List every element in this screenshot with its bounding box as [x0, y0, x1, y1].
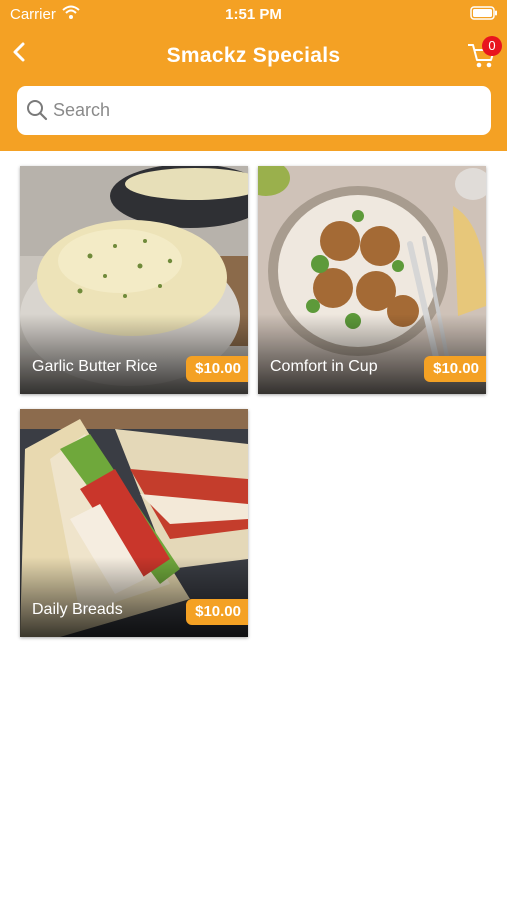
- card-shade: [258, 314, 486, 394]
- product-name: Daily Breads: [32, 601, 123, 618]
- product-price: $10.00: [186, 356, 248, 382]
- page-title: Smackz Specials: [166, 44, 341, 67]
- app-header: Carrier 1:51 PM Smackz Specials 0: [0, 0, 507, 151]
- product-name: Garlic Butter Rice: [32, 358, 158, 375]
- product-card-comfort-in-cup[interactable]: Comfort in Cup $10.00: [258, 166, 486, 394]
- product-price: $10.00: [424, 356, 486, 382]
- card-shade: [20, 314, 248, 394]
- card-shade: [20, 557, 248, 637]
- product-price: $10.00: [186, 599, 248, 625]
- nav-bar: Smackz Specials 0: [0, 34, 507, 78]
- status-bar: Carrier 1:51 PM: [0, 0, 507, 28]
- product-name: Comfort in Cup: [270, 358, 378, 375]
- product-card-daily-breads[interactable]: Daily Breads $10.00: [20, 409, 248, 637]
- status-time: 1:51 PM: [225, 6, 282, 23]
- search-input[interactable]: [53, 94, 473, 127]
- search-icon: [27, 100, 48, 121]
- search-bar[interactable]: [17, 86, 491, 135]
- product-card-garlic-butter-rice[interactable]: Garlic Butter Rice $10.00: [20, 166, 248, 394]
- cart-count-badge: 0: [482, 36, 502, 56]
- cart-button[interactable]: 0: [466, 36, 504, 72]
- battery-icon: [470, 6, 497, 20]
